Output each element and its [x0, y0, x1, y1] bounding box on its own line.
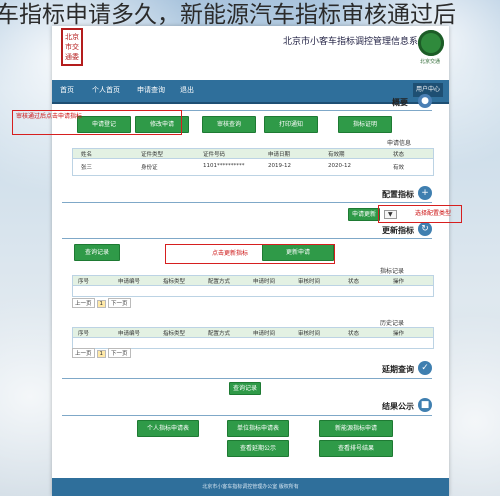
- section-title-profile: 概要: [392, 98, 408, 107]
- pager-next[interactable]: 下一页: [108, 298, 131, 308]
- table-header-cell: 证件类型: [141, 152, 164, 158]
- table-header-cell: 姓名: [81, 152, 93, 158]
- audit-query-button[interactable]: 审核查询: [202, 116, 256, 133]
- table-header-cell: 序号: [78, 279, 90, 285]
- table-header-cell: 状态: [348, 331, 360, 337]
- nav-item-home[interactable]: 首页: [60, 85, 74, 95]
- table-header-cell: 审核时间: [298, 279, 321, 285]
- system-title: 北京市小客车指标调控管理信息系统: [282, 37, 427, 47]
- personal-apply-form-button[interactable]: 个人指标申请表: [137, 420, 199, 437]
- record-table: 序号 申请编号 指标类型 配置方式 申请时间 审核时间 状态 操作: [72, 275, 434, 297]
- pager-next[interactable]: 下一页: [108, 348, 131, 358]
- divider: [62, 378, 432, 379]
- table-header-cell: 指标类型: [163, 331, 186, 337]
- right-logo-caption: 北京交通: [419, 59, 440, 65]
- annotation-text-mid: 点击更新指标: [212, 250, 249, 257]
- divider: [62, 415, 432, 416]
- annotation-box-mid: [165, 244, 335, 264]
- right-logo-icon: [418, 30, 444, 56]
- table1-caption: 申请信息: [387, 140, 412, 147]
- table-header-cell: 证件号码: [203, 152, 226, 158]
- pager-prev[interactable]: 上一页: [72, 298, 95, 308]
- section-title-renew: 配置指标: [382, 190, 414, 199]
- view-lottery-button[interactable]: 查看排号结果: [319, 440, 393, 457]
- nav-item-personal[interactable]: 个人首页: [92, 85, 120, 95]
- pager-current[interactable]: 1: [96, 350, 107, 358]
- table-cell: 2020-12: [328, 163, 351, 169]
- info-table: 姓名 证件类型 证件号码 申请日期 有效期 状态 张三 身份证 1101****…: [72, 148, 434, 176]
- query-record-button[interactable]: 查询记录: [74, 244, 120, 261]
- table-header-cell: 序号: [78, 331, 90, 337]
- pager-bottom: 上一页 1 下一页: [72, 348, 133, 358]
- history-query-button[interactable]: 查询记录: [229, 382, 261, 395]
- pager-prev[interactable]: 上一页: [72, 348, 95, 358]
- certificate-button[interactable]: 指标证明: [338, 116, 392, 133]
- footer: 北京市小客车指标调控管理办公室 版权所有: [52, 478, 449, 496]
- table-header-cell: 配置方式: [208, 279, 231, 285]
- table-header-cell: 审核时间: [298, 331, 321, 337]
- table-header-cell: 指标类型: [163, 279, 186, 285]
- pager-current[interactable]: 1: [96, 300, 107, 308]
- history-table: 序号 申请编号 指标类型 配置方式 申请时间 审核时间 状态 操作: [72, 327, 434, 349]
- table-header-cell: 申请日期: [268, 152, 291, 158]
- profile-icon: ●: [418, 94, 432, 108]
- table-header-cell: 申请编号: [118, 331, 141, 337]
- plus-icon: +: [418, 186, 432, 200]
- annotation-text-left: 审核通过后点击申请指标: [16, 113, 83, 120]
- pager-top: 上一页 1 下一页: [72, 298, 133, 308]
- table-cell: 2019-12: [268, 163, 291, 169]
- table-cell: 身份证: [141, 165, 158, 171]
- view-delay-button[interactable]: 查看延期公示: [227, 440, 289, 457]
- renew-button[interactable]: 申请更新: [348, 208, 380, 221]
- section-title-update: 更新指标: [382, 226, 414, 235]
- table-header-cell: 有效期: [328, 152, 345, 158]
- left-logo-seal: 北京市交通委: [61, 28, 83, 66]
- table3-caption: 历史记录: [380, 320, 405, 327]
- table-cell: 张三: [81, 165, 93, 171]
- table-header-cell: 状态: [348, 279, 360, 285]
- ev-apply-button[interactable]: 新能源指标申请: [319, 420, 393, 437]
- table-cell: 1101**********: [203, 163, 245, 169]
- refresh-icon: ↻: [418, 222, 432, 236]
- table-header-cell: 状态: [393, 152, 405, 158]
- table2-caption: 指标记录: [380, 268, 405, 275]
- print-notice-button[interactable]: 打印通知: [264, 116, 318, 133]
- publicity-icon: ■: [418, 398, 432, 412]
- table-header-cell: 申请编号: [118, 279, 141, 285]
- annotation-text-right: 选择配置类型: [415, 210, 452, 217]
- table-header-cell: 操作: [393, 331, 405, 337]
- thumb-icon: ✓: [418, 361, 432, 375]
- divider: [62, 202, 432, 203]
- nav-item-logout[interactable]: 退出: [180, 85, 194, 95]
- table-header-cell: 申请时间: [253, 331, 276, 337]
- table-header-cell: 操作: [393, 279, 405, 285]
- table-header: [73, 149, 433, 159]
- top-navigation-bar: 首页 个人首页 申请查询 退出 用户中心: [52, 80, 449, 104]
- table-header-cell: 配置方式: [208, 331, 231, 337]
- unit-apply-form-button[interactable]: 单位指标申请表: [227, 420, 289, 437]
- table-cell: 有效: [393, 165, 405, 171]
- article-title-banner: 车指标申请多久，新能源汽车指标审核通过后: [0, 2, 456, 28]
- section-title-publicity: 结果公示: [382, 402, 414, 411]
- divider: [62, 238, 432, 239]
- section-title-history: 延期查询: [382, 365, 414, 374]
- nav-item-query[interactable]: 申请查询: [137, 85, 165, 95]
- table-header-cell: 申请时间: [253, 279, 276, 285]
